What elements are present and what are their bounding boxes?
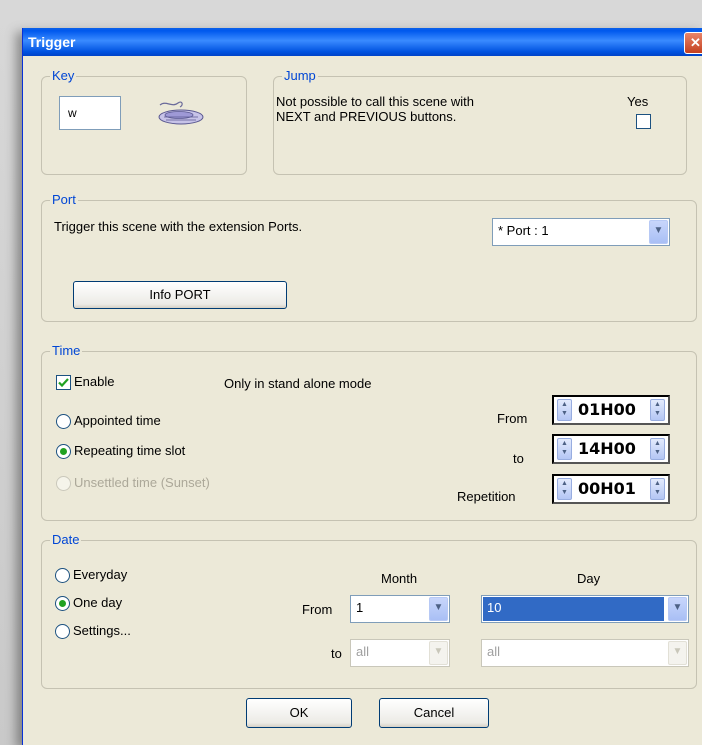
one-day-radio[interactable] bbox=[55, 596, 70, 611]
appointed-time-label: Appointed time bbox=[74, 413, 161, 428]
everyday-radio[interactable] bbox=[55, 568, 70, 583]
checkmark-icon bbox=[58, 378, 69, 388]
info-port-label: Info PORT bbox=[149, 287, 211, 302]
repeating-time-radio[interactable] bbox=[56, 444, 71, 459]
key-input[interactable]: w bbox=[59, 96, 121, 130]
appointed-time-radio[interactable] bbox=[56, 414, 71, 429]
repetition-value: 00H01 bbox=[578, 479, 636, 498]
jump-description-line1: Not possible to call this scene with bbox=[276, 94, 474, 109]
date-group: Date Everyday One day Settings... Month … bbox=[41, 532, 697, 689]
time-to-label: to bbox=[513, 451, 524, 466]
time-group: Time Enable Only in stand alone mode App… bbox=[41, 343, 697, 521]
settings-radio[interactable] bbox=[55, 624, 70, 639]
jump-description-line2: NEXT and PREVIOUS buttons. bbox=[276, 109, 457, 124]
cancel-label: Cancel bbox=[413, 705, 455, 720]
enable-label: Enable bbox=[74, 374, 115, 389]
time-legend: Time bbox=[50, 343, 83, 358]
spin-right-arrows[interactable]: ▲ ▼ bbox=[650, 399, 665, 421]
date-to-label: to bbox=[331, 646, 342, 661]
chevron-down-icon[interactable]: ▼ bbox=[429, 597, 448, 621]
repetition-spinner[interactable]: ▲ ▼ 00H01 ▲ ▼ bbox=[552, 474, 670, 504]
from-day-value: 10 bbox=[487, 600, 502, 615]
to-day-value: all bbox=[487, 644, 501, 659]
to-month-value: all bbox=[356, 644, 370, 659]
repetition-label: Repetition bbox=[457, 489, 516, 504]
month-header: Month bbox=[381, 571, 418, 586]
cancel-button[interactable]: Cancel bbox=[379, 698, 489, 728]
port-select-value: * Port : 1 bbox=[498, 223, 549, 238]
to-month-select[interactable]: all ▼ bbox=[350, 639, 450, 667]
ok-button[interactable]: OK bbox=[246, 698, 352, 728]
keyboard-icon bbox=[158, 101, 204, 125]
info-port-button[interactable]: Info PORT bbox=[73, 281, 287, 309]
jump-legend: Jump bbox=[282, 68, 318, 83]
time-to-value: 14H00 bbox=[578, 439, 636, 458]
chevron-down-icon[interactable]: ▼ bbox=[668, 641, 687, 665]
port-legend: Port bbox=[50, 192, 78, 207]
jump-group: Jump Not possible to call this scene wit… bbox=[273, 68, 687, 175]
time-from-value: 01H00 bbox=[578, 400, 636, 419]
repeating-time-label: Repeating time slot bbox=[74, 443, 186, 458]
day-header: Day bbox=[577, 571, 601, 586]
to-day-select[interactable]: all ▼ bbox=[481, 639, 689, 667]
from-month-select[interactable]: 1 ▼ bbox=[350, 595, 450, 623]
spin-right-arrows[interactable]: ▲ ▼ bbox=[650, 438, 665, 460]
spin-left-arrows[interactable]: ▲ ▼ bbox=[557, 478, 572, 500]
standalone-note: Only in stand alone mode bbox=[224, 376, 372, 391]
chevron-down-icon[interactable]: ▼ bbox=[668, 597, 687, 621]
window-title: Trigger bbox=[28, 34, 76, 50]
key-value: w bbox=[68, 106, 77, 120]
chevron-down-icon[interactable]: ▼ bbox=[649, 220, 668, 244]
port-group: Port Trigger this scene with the extensi… bbox=[41, 192, 697, 322]
unsettled-time-label: Unsettled time (Sunset) bbox=[74, 475, 210, 490]
jump-yes-label: Yes bbox=[627, 94, 649, 109]
trigger-dialog: Trigger ✕ Key w Jump Not possible to cal… bbox=[22, 28, 702, 745]
ok-label: OK bbox=[289, 705, 309, 720]
spin-right-arrows[interactable]: ▲ ▼ bbox=[650, 478, 665, 500]
close-button[interactable]: ✕ bbox=[684, 32, 702, 54]
one-day-label: One day bbox=[73, 595, 123, 610]
key-group: Key w bbox=[41, 68, 247, 175]
date-legend: Date bbox=[50, 532, 82, 547]
title-bar: Trigger ✕ bbox=[23, 28, 702, 56]
spin-left-arrows[interactable]: ▲ ▼ bbox=[557, 438, 572, 460]
key-legend: Key bbox=[50, 68, 77, 83]
unsettled-time-radio[interactable] bbox=[56, 476, 71, 491]
spin-left-arrows[interactable]: ▲ ▼ bbox=[557, 399, 572, 421]
time-from-label: From bbox=[497, 411, 528, 426]
time-to-spinner[interactable]: ▲ ▼ 14H00 ▲ ▼ bbox=[552, 434, 670, 464]
date-from-label: From bbox=[302, 602, 333, 617]
chevron-down-icon[interactable]: ▼ bbox=[429, 641, 448, 665]
port-select[interactable]: * Port : 1 ▼ bbox=[492, 218, 670, 246]
port-description: Trigger this scene with the extension Po… bbox=[54, 219, 303, 234]
everyday-label: Everyday bbox=[73, 567, 128, 582]
jump-yes-checkbox[interactable] bbox=[636, 114, 651, 129]
settings-label: Settings... bbox=[73, 623, 131, 638]
time-from-spinner[interactable]: ▲ ▼ 01H00 ▲ ▼ bbox=[552, 395, 670, 425]
from-day-select[interactable]: 10 ▼ bbox=[481, 595, 689, 623]
enable-checkbox[interactable] bbox=[56, 375, 71, 390]
from-month-value: 1 bbox=[356, 600, 364, 615]
